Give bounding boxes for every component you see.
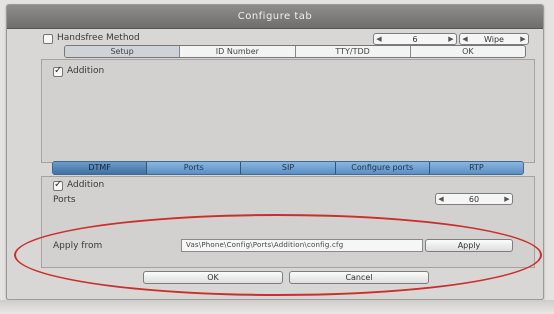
tab-ok[interactable]: OK (411, 46, 525, 57)
mode-next-arrow-icon[interactable]: ▶ (518, 35, 528, 43)
handsfree-checkbox[interactable] (43, 34, 53, 44)
count-value: 6 (412, 34, 418, 44)
mode-value: Wipe (484, 34, 504, 44)
lower-tab-bar: DTMF Ports SIP Configure ports RTP (52, 161, 524, 175)
window-title: Configure tab (7, 5, 543, 29)
tab-setup[interactable]: Setup (65, 46, 181, 57)
upper-addition-checkbox[interactable] (53, 65, 63, 77)
lower-addition-checkbox[interactable] (53, 179, 63, 191)
tab-sip[interactable]: SIP (241, 162, 336, 174)
mode-select[interactable]: ◀ Wipe ▶ (459, 33, 529, 45)
tab-rtp[interactable]: RTP (429, 162, 523, 174)
highlight-ring (14, 214, 542, 296)
tab-ports[interactable]: Ports (147, 162, 242, 174)
decrement-arrow-icon[interactable]: ◀ (374, 35, 384, 43)
increment-arrow-icon[interactable]: ▶ (446, 35, 456, 43)
ports-label: Ports (53, 195, 76, 205)
count-stepper[interactable]: ◀ 6 ▶ (373, 33, 457, 45)
ports-decrement-icon[interactable]: ◀ (436, 195, 446, 203)
bottom-shadow (0, 300, 554, 314)
tab-id-number[interactable]: ID Number (180, 46, 296, 57)
handsfree-label: Handsfree Method (57, 33, 140, 43)
tab-dtmf[interactable]: DTMF (53, 162, 148, 174)
tab-tty-tdd[interactable]: TTY/TDD (296, 46, 411, 57)
lower-addition-label: Addition (67, 180, 105, 190)
ports-stepper[interactable]: ◀ 60 ▶ (435, 193, 513, 205)
ports-increment-icon[interactable]: ▶ (502, 195, 512, 203)
upper-addition-label: Addition (67, 66, 105, 76)
ports-value: 60 (468, 194, 480, 204)
mode-prev-arrow-icon[interactable]: ◀ (460, 35, 470, 43)
tab-configure-ports[interactable]: Configure ports (335, 162, 430, 174)
upper-panel (41, 59, 535, 163)
upper-tab-bar: Setup ID Number TTY/TDD OK (64, 45, 526, 58)
